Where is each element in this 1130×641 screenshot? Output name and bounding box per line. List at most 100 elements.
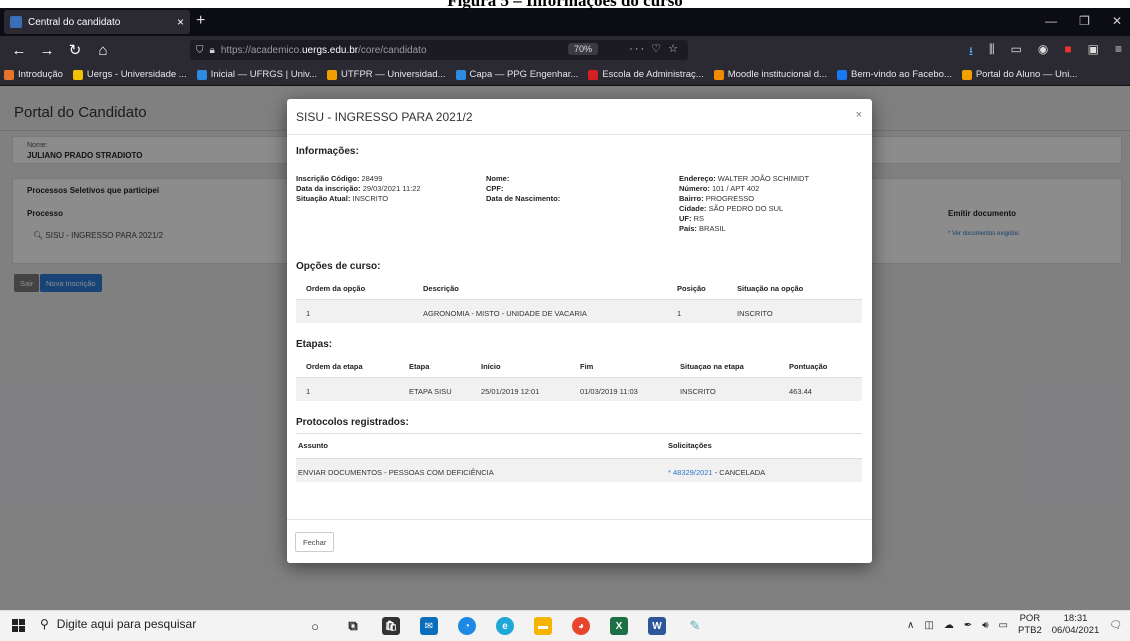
table-cell: 1: [677, 309, 682, 318]
taskbar-search[interactable]: ⚲ Digite aqui para pesquisar: [40, 617, 196, 631]
table-row: ENVIAR DOCUMENTOS - PESSOAS COM DEFICIÊN…: [296, 458, 862, 482]
bookmark-label: Capa — PPG Engenhar...: [469, 69, 579, 80]
minimize-icon[interactable]: —: [1045, 14, 1057, 28]
mail-icon[interactable]: ✉: [420, 617, 438, 635]
protocolo-status: - CANCELADA: [712, 468, 766, 477]
shield-icon[interactable]: ⛉: [196, 45, 204, 56]
window-close-icon[interactable]: ✕: [1112, 14, 1122, 28]
protocolo-link[interactable]: * 48329/2021: [668, 468, 713, 477]
section-protocolos: Protocolos registrados:: [296, 417, 409, 428]
table-cell: 25/01/2019 12:01: [481, 387, 540, 396]
etapas-header: Pontuação: [789, 362, 828, 371]
bookmark-item[interactable]: UTFPR — Universidad...: [326, 69, 446, 80]
etapas-header: Situaçao na etapa: [680, 362, 744, 371]
clock[interactable]: 18:31 06/04/2021: [1052, 613, 1100, 637]
clock-time: 18:31: [1063, 613, 1088, 624]
protocolos-header: Assunto: [298, 441, 328, 450]
excel-icon[interactable]: X: [610, 617, 628, 635]
bookmark-label: UTFPR — Universidad...: [340, 69, 446, 80]
search-placeholder: Digite aqui para pesquisar: [56, 617, 197, 631]
paint-icon[interactable]: ✎: [686, 617, 704, 635]
bookmark-favicon-icon: [588, 69, 599, 80]
situacao-value: INSCRITO: [352, 194, 389, 203]
opcoes-header: Ordem da opção: [306, 284, 366, 293]
menu-icon[interactable]: ≡: [1115, 42, 1122, 63]
section-etapas: Etapas:: [296, 339, 333, 350]
tray-expand-icon[interactable]: ∧: [907, 620, 914, 631]
bookmark-item[interactable]: Escola de Administraç...: [588, 69, 704, 80]
tab-favicon-icon: [10, 16, 22, 28]
etapas-header: Etapa: [409, 362, 430, 371]
browser-toolbar: ⭳ ⫼ ▭ ◉ ■ ▣ ≡: [969, 42, 1122, 63]
pais-value: BRASIL: [699, 224, 726, 233]
protocolos-table: Assunto Solicitações ENVIAR DOCUMENTOS -…: [296, 433, 862, 485]
fechar-button[interactable]: Fechar: [295, 532, 335, 552]
bookmark-item[interactable]: Portal do Aluno — Uni...: [961, 69, 1078, 80]
cidade-label: Cidade:: [679, 204, 707, 213]
task-view-icon[interactable]: ⧉: [344, 617, 362, 635]
store-icon[interactable]: 🛍︎: [382, 617, 400, 635]
endereco-value: WALTER JOÃO SCHIMIDT: [717, 174, 810, 183]
table-cell: INSCRITO: [737, 309, 773, 318]
bookmark-favicon-icon: [455, 69, 466, 80]
cloud-icon[interactable]: ☁: [944, 620, 954, 631]
restore-icon[interactable]: ❐: [1079, 14, 1090, 28]
back-icon[interactable]: ←: [10, 42, 28, 59]
lock-icon[interactable]: 🔒︎: [210, 45, 215, 56]
bookmark-item[interactable]: Capa — PPG Engenhar...: [455, 69, 579, 80]
word-icon[interactable]: W: [648, 617, 666, 635]
bookmark-item[interactable]: Uergs - Universidade ...: [72, 69, 187, 80]
forward-icon[interactable]: →: [38, 42, 56, 59]
pocket-icon[interactable]: ▣: [1088, 42, 1099, 63]
window-controls: — ❐ ✕: [1045, 14, 1122, 28]
zoom-indicator[interactable]: 70%: [567, 43, 598, 55]
bookmark-favicon-icon: [72, 69, 83, 80]
tab-close-icon[interactable]: ×: [177, 15, 184, 29]
notifications-icon[interactable]: 🗨︎: [1109, 620, 1122, 631]
browser-icon[interactable]: ◔: [458, 617, 476, 635]
lang-secondary: PTB2: [1017, 625, 1042, 636]
edge-icon[interactable]: e: [496, 617, 514, 635]
volume-icon[interactable]: 🔊︎: [982, 620, 988, 631]
bookmark-item[interactable]: Moodle institucional d...: [713, 69, 827, 80]
language-indicator[interactable]: POR PTB2: [1018, 613, 1042, 637]
browser-tab[interactable]: Central do candidato ×: [4, 10, 190, 34]
page-actions-icon[interactable]: ··· ♡ ☆: [629, 42, 680, 55]
bookmark-label: Portal do Aluno — Uni...: [975, 69, 1078, 80]
windows-taskbar: ⚲ Digite aqui para pesquisar ○ ⧉ 🛍︎ ✉ ◔ …: [0, 610, 1130, 641]
bookmark-favicon-icon: [4, 69, 14, 80]
firefox-icon[interactable]: ◕: [572, 617, 590, 635]
bookmark-item[interactable]: Bem-vindo ao Facebo...: [836, 69, 952, 80]
library-icon[interactable]: ⫼: [989, 42, 995, 63]
nascimento-label: Data de Nascimento:: [486, 194, 561, 203]
download-icon[interactable]: ⭳: [969, 42, 973, 63]
sidebar-icon[interactable]: ▭: [1011, 42, 1022, 63]
pen-icon[interactable]: ✒: [964, 620, 972, 631]
browser-tab-bar: Central do candidato × + — ❐ ✕: [0, 8, 1130, 36]
bookmark-item[interactable]: Inicial — UFRGS | Univ...: [196, 69, 317, 80]
network-icon[interactable]: ◫: [924, 620, 933, 631]
info-col-2: Nome: CPF: Data de Nascimento:: [486, 174, 560, 204]
battery-icon[interactable]: ▭: [999, 620, 1008, 631]
url-bar[interactable]: ⛉ 🔒︎ https://academico. uergs.edu.br/core…: [190, 40, 688, 60]
bookmark-label: Bem-vindo ao Facebo...: [850, 69, 952, 80]
modal-close-icon[interactable]: ×: [856, 109, 862, 121]
table-cell: 1: [306, 309, 311, 318]
bairro-value: PROGRESSO: [705, 194, 755, 203]
bookmarks-bar: Introdução Uergs - Universidade ... Inicia…: [0, 64, 1130, 86]
etapas-header: Fim: [580, 362, 594, 371]
bookmark-favicon-icon: [713, 69, 724, 80]
new-tab-icon[interactable]: +: [196, 12, 205, 30]
home-icon[interactable]: ⌂: [94, 42, 112, 59]
windows-start-icon[interactable]: [12, 619, 26, 633]
reload-icon[interactable]: ↻: [66, 41, 84, 59]
file-explorer-icon[interactable]: ▬: [534, 617, 552, 635]
account-icon[interactable]: ◉: [1038, 42, 1048, 63]
cortana-icon[interactable]: ○: [306, 617, 324, 635]
section-opcoes: Opções de curso:: [296, 261, 381, 272]
bookmark-item[interactable]: Introdução: [4, 69, 63, 80]
modal-header: SISU - INGRESSO PARA 2021/2 ×: [287, 99, 872, 135]
table-cell: 01/03/2019 11:03: [580, 387, 638, 396]
browser-nav-bar: ← → ↻ ⌂ ⛉ 🔒︎ https://academico. uergs.edu…: [0, 36, 1130, 64]
extension-icon[interactable]: ■: [1064, 42, 1071, 63]
